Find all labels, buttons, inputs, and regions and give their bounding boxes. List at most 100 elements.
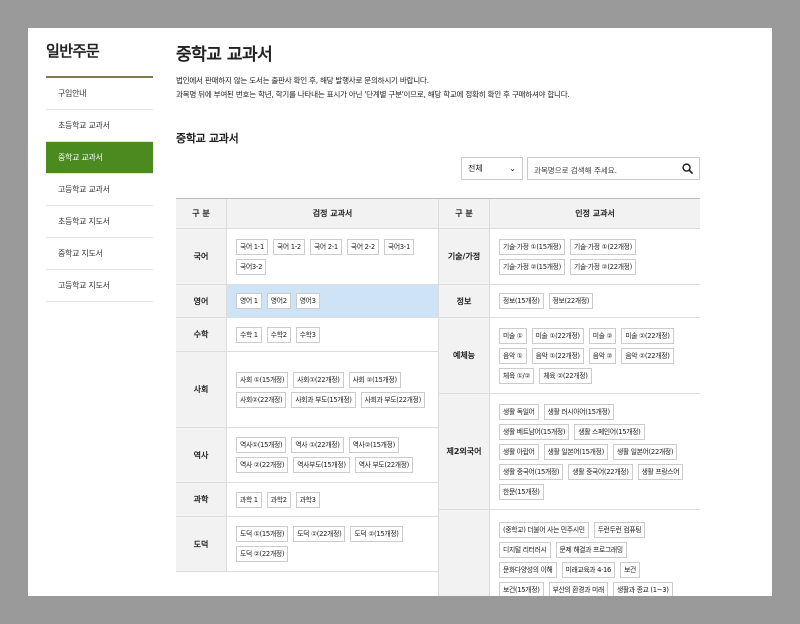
textbook-link[interactable]: 생활 일본어(15개정): [543, 443, 608, 460]
textbook-table: 구 분 검정 교과서 국어 국어 1-1 국어 1-2 국어 2-1 국어 2-2 국어3…: [176, 198, 700, 596]
textbook-link[interactable]: 도덕 ②(22개정): [236, 546, 289, 562]
subject-list: 기술·가정 ①(15개정) 기술·가정 ①(22개정) 기술·가정 ②(15개정) 기…: [490, 229, 700, 284]
search-input[interactable]: [528, 160, 668, 181]
textbook-link[interactable]: 보건: [620, 561, 640, 578]
textbook-link[interactable]: 생활 독일어: [499, 403, 539, 420]
textbook-link[interactable]: 사회①(22개정): [293, 371, 344, 388]
subject-category: 수학: [176, 318, 227, 351]
textbook-link[interactable]: 역사②(15개정): [348, 437, 399, 453]
table-row: 도덕 도덕 ①(15개정) 도덕 ①(22개정) 도덕 ②(15개정) 도덕 ②(22개…: [176, 517, 438, 572]
textbook-link[interactable]: 수학3: [295, 326, 320, 343]
textbook-link[interactable]: 생활 스페인어(15개정): [574, 423, 645, 440]
textbook-link[interactable]: 도덕 ①(22개정): [293, 526, 346, 542]
sidebar-item[interactable]: 중학교 교과서: [46, 142, 153, 174]
textbook-link[interactable]: 생활 프랑스어: [637, 463, 684, 480]
textbook-link[interactable]: 영어 1: [236, 293, 262, 309]
textbook-link[interactable]: 한문(15개정): [499, 483, 544, 500]
textbook-link[interactable]: 도덕 ①(15개정): [236, 526, 289, 542]
subject-list: 정보(15개정) 정보(22개정): [490, 285, 700, 317]
textbook-link[interactable]: 보건(15개정): [499, 581, 544, 596]
page-title: 중학교 교과서: [176, 45, 273, 65]
textbook-link[interactable]: 정보(22개정): [548, 293, 594, 309]
sidebar-item[interactable]: 구입안내: [46, 78, 153, 110]
textbook-link[interactable]: 국어3-1: [383, 238, 414, 255]
sidebar-item[interactable]: 초등학교 지도서: [46, 206, 153, 238]
textbook-link[interactable]: 국어 2-2: [346, 238, 379, 255]
chevron-down-icon: ⌄: [509, 164, 516, 173]
table-row: 국어 국어 1-1 국어 1-2 국어 2-1 국어 2-2 국어3-1 국어3-2: [176, 229, 438, 285]
subject-list: 과학 1 과학2 과학3: [227, 483, 438, 516]
textbook-link[interactable]: 음악 ②: [588, 347, 617, 364]
sidebar-menu: 구입안내 초등학교 교과서 중학교 교과서 고등학교 교과서 초등학교 지도서 중학교 지…: [46, 78, 153, 302]
notice-line-1: 법인에서 판매하지 않는 도서는 출판사 확인 후, 해당 발행사로 문의하시기…: [176, 76, 429, 85]
textbook-link[interactable]: 도덕 ②(15개정): [350, 526, 403, 542]
textbook-link[interactable]: 기술·가정 ②(22개정): [570, 258, 636, 275]
textbook-link[interactable]: 생활 러시아어(15개정): [543, 403, 614, 420]
textbook-link[interactable]: 국어 1-2: [272, 238, 305, 255]
textbook-link[interactable]: 미술 ②(22개정): [621, 327, 674, 344]
textbook-link[interactable]: 음악 ①: [499, 347, 527, 364]
textbook-link[interactable]: (중학교) 더불어 사는 민주시민: [499, 521, 589, 538]
table-row: 사회 사회 ①(15개정) 사회①(22개정) 사회 ②(15개정) 사회②(22개정)…: [176, 352, 438, 428]
textbook-link[interactable]: 영어3: [295, 293, 320, 309]
textbook-link[interactable]: 음악 ①(22개정): [531, 347, 584, 364]
textbook-link[interactable]: 생활 중국어(15개정): [499, 463, 564, 480]
subject-list: 생활 독일어 생활 러시아어(15개정) 생활 베트남어(15개정) 생활 스페인어(…: [490, 394, 700, 509]
textbook-link[interactable]: 역사 ②(22개정): [236, 457, 289, 473]
textbook-link[interactable]: 역사①(15개정): [236, 437, 287, 453]
textbook-link[interactable]: 과학3: [295, 491, 320, 508]
search-icon[interactable]: [682, 163, 693, 174]
textbook-link[interactable]: 기술·가정 ②(15개정): [499, 258, 565, 275]
textbook-link[interactable]: 문제 해결과 프로그래밍: [555, 541, 627, 558]
textbook-link[interactable]: 문화다양성의 이해: [499, 561, 557, 578]
textbook-link[interactable]: 영어2: [266, 293, 291, 309]
textbook-link[interactable]: 사회 ①(15개정): [236, 371, 289, 388]
textbook-link[interactable]: 두런두런 컴퓨팅: [593, 521, 646, 538]
textbook-link[interactable]: 체육 ①/②: [499, 367, 535, 384]
header-category: 구 분: [439, 199, 490, 228]
textbook-link[interactable]: 수학 1: [236, 326, 262, 343]
textbook-link[interactable]: 과학2: [266, 491, 291, 508]
textbook-link[interactable]: 생활 아랍어: [499, 443, 539, 460]
subject-category: 기술/가정: [439, 229, 490, 284]
search-bar: 전체 ⌄: [461, 157, 700, 181]
textbook-link[interactable]: 생활 중국어(22개정): [568, 463, 633, 480]
sidebar-item[interactable]: 초등학교 교과서: [46, 110, 153, 142]
textbook-link[interactable]: 미술 ①: [499, 327, 527, 344]
table-row: (중학교) 더불어 사는 민주시민 두런두런 컴퓨팅디지털 리터러시 문제 해결과 …: [439, 510, 700, 596]
header-approved: 인정 교과서: [575, 209, 615, 218]
textbook-link[interactable]: 국어 2-1: [309, 238, 342, 255]
textbook-link[interactable]: 국어3-2: [236, 258, 267, 275]
section-title: 중학교 교과서: [176, 132, 239, 145]
subject-list: (중학교) 더불어 사는 민주시민 두런두런 컴퓨팅디지털 리터러시 문제 해결과 …: [490, 510, 700, 596]
textbook-link[interactable]: 부산의 환경과 미래: [548, 581, 608, 596]
sidebar-item[interactable]: 고등학교 지도서: [46, 270, 153, 302]
textbook-link[interactable]: 정보(15개정): [499, 293, 544, 309]
textbook-link[interactable]: 디지털 리터러시: [499, 541, 551, 558]
textbook-link[interactable]: 사회②(22개정): [236, 391, 287, 408]
textbook-link[interactable]: 미술 ②: [588, 327, 617, 344]
textbook-link[interactable]: 미술 ①(22개정): [531, 327, 584, 344]
sidebar-item[interactable]: 고등학교 교과서: [46, 174, 153, 206]
textbook-link[interactable]: 음악 ②(22개정): [621, 347, 674, 364]
textbook-link[interactable]: 사회과 부도(15개정): [291, 391, 356, 408]
textbook-link[interactable]: 생활 일본어(22개정): [612, 443, 678, 460]
sidebar-item[interactable]: 중학교 지도서: [46, 238, 153, 270]
textbook-link[interactable]: 생활과 종교 (1~3): [612, 581, 673, 596]
textbook-link[interactable]: 체육 ②(22개정): [539, 367, 592, 384]
textbook-link[interactable]: 기술·가정 ①(22개정): [570, 238, 636, 255]
table-row: 수학 수학 1 수학2 수학3: [176, 318, 438, 352]
textbook-link[interactable]: 수학2: [266, 326, 291, 343]
category-select[interactable]: 전체 ⌄: [461, 157, 523, 180]
textbook-link[interactable]: 사회 ②(15개정): [348, 371, 401, 388]
textbook-link[interactable]: 역사 부도(22개정): [354, 457, 414, 473]
textbook-link[interactable]: 생활 베트남어(15개정): [499, 423, 570, 440]
subject-list: 역사①(15개정) 역사 ①(22개정) 역사②(15개정) 역사 ②(22개정) 역사…: [227, 428, 438, 482]
textbook-link[interactable]: 미래교육과 4·16: [561, 561, 616, 578]
textbook-link[interactable]: 기술·가정 ①(15개정): [499, 238, 565, 255]
textbook-link[interactable]: 역사부도(15개정): [293, 457, 350, 473]
textbook-link[interactable]: 국어 1-1: [236, 238, 268, 255]
textbook-link[interactable]: 역사 ①(22개정): [291, 437, 344, 453]
textbook-link[interactable]: 과학 1: [236, 491, 262, 508]
textbook-link[interactable]: 사회과 부도(22개정): [360, 391, 425, 408]
